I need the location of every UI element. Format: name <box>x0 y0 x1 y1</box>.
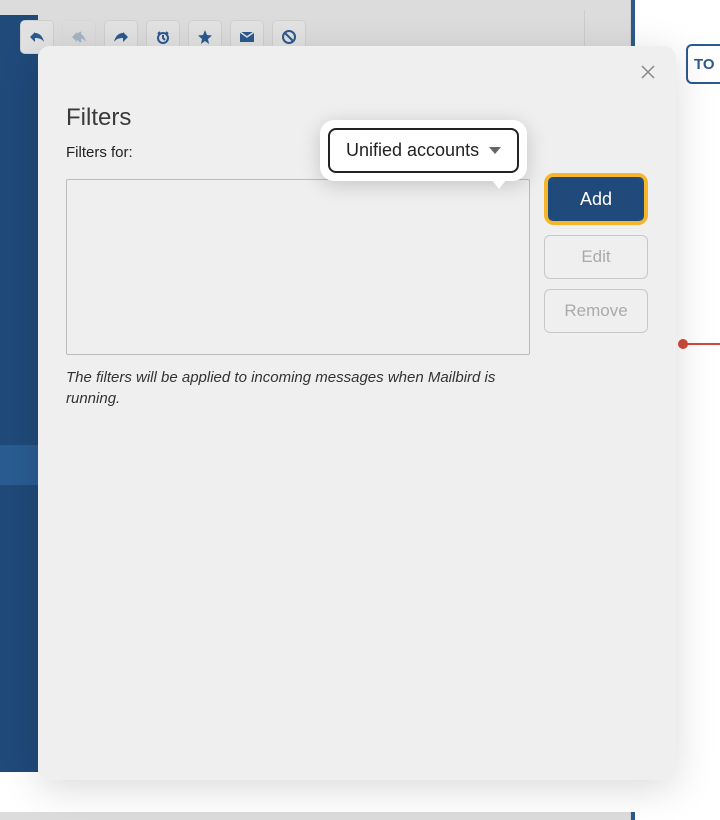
content-row: Add Edit Remove <box>66 179 648 355</box>
edit-button[interactable]: Edit <box>544 235 648 279</box>
bg-now-dot <box>678 339 688 349</box>
remove-button[interactable]: Remove <box>544 289 648 333</box>
bg-today-button: TO <box>686 44 720 84</box>
add-button-highlight: Add <box>544 173 648 225</box>
account-dropdown[interactable]: Unified accounts <box>328 128 519 173</box>
actions-column: Add Edit Remove <box>544 173 648 355</box>
bg-sidebar-selected-item <box>0 445 38 485</box>
close-icon <box>641 65 655 79</box>
bg-sidebar <box>0 15 38 780</box>
close-button[interactable] <box>636 60 660 84</box>
account-dropdown-value: Unified accounts <box>346 140 479 161</box>
filters-for-label: Filters for: <box>66 144 133 161</box>
account-dropdown-callout: Unified accounts <box>320 120 527 181</box>
chevron-down-icon <box>489 147 501 154</box>
add-button[interactable]: Add <box>548 177 644 221</box>
filters-note: The filters will be applied to incoming … <box>66 367 526 409</box>
bg-today-label: TO <box>694 56 715 73</box>
filter-list[interactable] <box>66 179 530 355</box>
